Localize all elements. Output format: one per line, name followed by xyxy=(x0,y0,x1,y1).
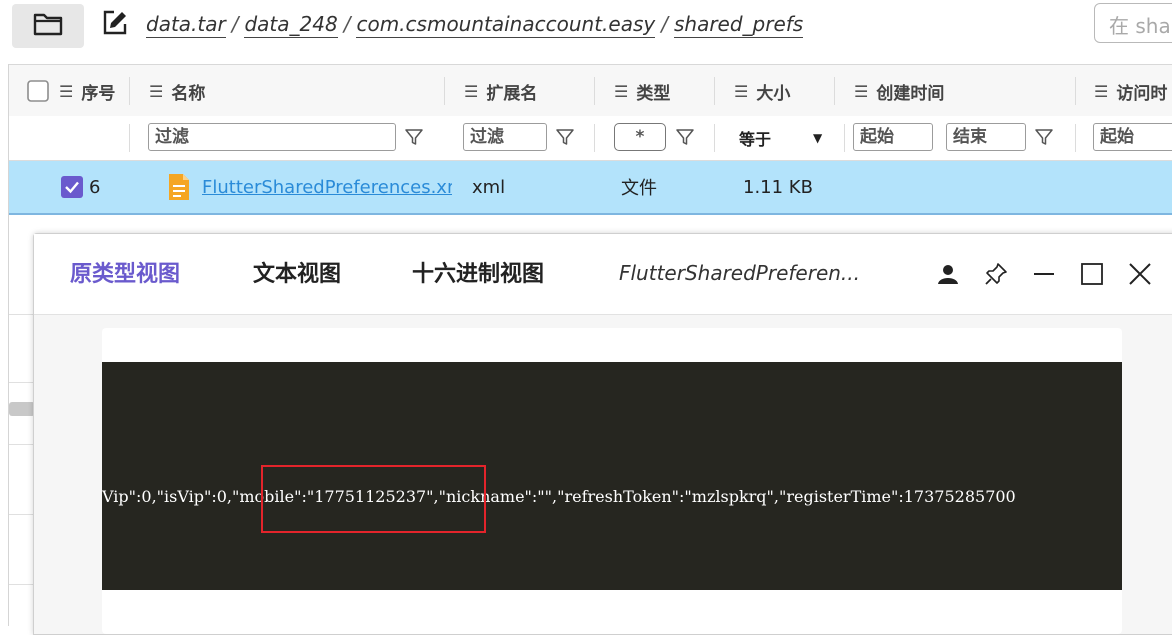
row-size: 1.11 KB xyxy=(743,176,813,198)
row-index: 6 xyxy=(89,176,101,198)
close-icon[interactable] xyxy=(1126,260,1154,288)
breadcrumb-item-data-tar[interactable]: data.tar xyxy=(146,12,226,38)
row-checkbox[interactable] xyxy=(61,161,83,213)
breadcrumb: data.tar / data_248/com.csmountainaccount.… xyxy=(146,12,804,38)
column-header-extension[interactable]: ☰ 扩展名 xyxy=(464,65,537,117)
code-text: Vip":0,"isVip":0,"mobile":"17751125237",… xyxy=(102,487,1016,506)
filter-icon[interactable] xyxy=(402,125,426,149)
column-header-type[interactable]: ☰ 类型 xyxy=(614,65,670,117)
tab-text-view[interactable]: 文本视图 xyxy=(253,256,341,288)
column-menu-icon: ☰ xyxy=(1094,81,1109,101)
column-menu-icon: ☰ xyxy=(614,81,629,101)
breadcrumb-item-package[interactable]: com.csmountainaccount.easy xyxy=(356,12,656,38)
edit-path-button[interactable] xyxy=(98,8,132,42)
accessed-start-input[interactable]: 起始 xyxy=(1093,123,1172,151)
edit-icon xyxy=(101,9,129,41)
folder-icon xyxy=(33,12,63,40)
dialog-title: FlutterSharedPreferen... xyxy=(619,261,861,285)
dialog-header: 原类型视图 文本视图 十六进制视图 FlutterSharedPreferen.… xyxy=(34,234,1172,315)
pin-icon[interactable] xyxy=(982,260,1010,288)
filter-icon[interactable] xyxy=(673,125,697,149)
column-header-accessed[interactable]: ☰ 访问时 xyxy=(1094,65,1167,117)
filter-icon[interactable] xyxy=(1032,125,1056,149)
table-row[interactable]: 6 FlutterSharedPreferences.xml xml 文件 1.… xyxy=(9,161,1172,215)
code-viewer[interactable]: Vip":0,"isVip":0,"mobile":"17751125237",… xyxy=(102,362,1122,590)
minimize-icon[interactable] xyxy=(1030,260,1058,288)
extension-filter-input[interactable]: 过滤 xyxy=(463,123,547,151)
created-start-input[interactable]: 起始 xyxy=(853,123,933,151)
file-viewer-dialog: 原类型视图 文本视图 十六进制视图 FlutterSharedPreferen.… xyxy=(33,233,1172,635)
horizontal-scrollbar[interactable] xyxy=(9,402,35,416)
filter-icon[interactable] xyxy=(553,125,577,149)
breadcrumb-item-shared-prefs[interactable]: shared_prefs xyxy=(673,12,804,38)
column-header-name[interactable]: ☰ 名称 xyxy=(149,65,205,117)
dropdown-arrow-icon: ▼ xyxy=(813,131,823,145)
top-bar: data.tar / data_248/com.csmountainaccount.… xyxy=(0,0,1172,52)
column-header-created[interactable]: ☰ 创建时间 xyxy=(854,65,944,117)
size-operator-select[interactable]: 等于 ▼ xyxy=(739,116,822,160)
maximize-icon[interactable] xyxy=(1078,260,1106,288)
table-header: ☰ 序号 ☰ 名称 ☰ 扩展名 ☰ 类型 ☰ 大小 ☰ 创建时间 ☰ 访问时 xyxy=(9,64,1172,118)
column-menu-icon: ☰ xyxy=(734,81,749,101)
tab-raw-view[interactable]: 原类型视图 xyxy=(70,256,180,288)
column-header-size[interactable]: ☰ 大小 xyxy=(734,65,790,117)
file-icon xyxy=(167,161,191,213)
type-filter-select[interactable]: * xyxy=(614,123,666,151)
search-input[interactable]: 在 sha xyxy=(1094,3,1172,43)
filter-row: 过滤 过滤 * 等于 ▼ 起始 结束 起始 xyxy=(9,116,1172,161)
name-filter-input[interactable]: 过滤 xyxy=(148,123,396,151)
open-folder-button[interactable] xyxy=(12,4,84,48)
tab-hex-view[interactable]: 十六进制视图 xyxy=(412,256,544,288)
column-menu-icon: ☰ xyxy=(464,81,479,101)
column-menu-icon: ☰ xyxy=(59,81,74,101)
content-card: Vip":0,"isVip":0,"mobile":"17751125237",… xyxy=(102,328,1122,634)
column-menu-icon: ☰ xyxy=(854,81,869,101)
column-header-index[interactable]: ☰ 序号 xyxy=(59,65,115,117)
user-icon[interactable] xyxy=(934,260,962,288)
file-name-link[interactable]: FlutterSharedPreferences.xml xyxy=(202,161,452,213)
row-extension: xml xyxy=(472,176,506,198)
row-type: 文件 xyxy=(621,178,657,199)
created-end-input[interactable]: 结束 xyxy=(946,123,1026,151)
select-all-checkbox[interactable] xyxy=(27,65,49,117)
highlight-box xyxy=(261,465,486,533)
breadcrumb-item-data-248[interactable]: data_248 xyxy=(244,12,338,38)
column-menu-icon: ☰ xyxy=(149,81,164,101)
